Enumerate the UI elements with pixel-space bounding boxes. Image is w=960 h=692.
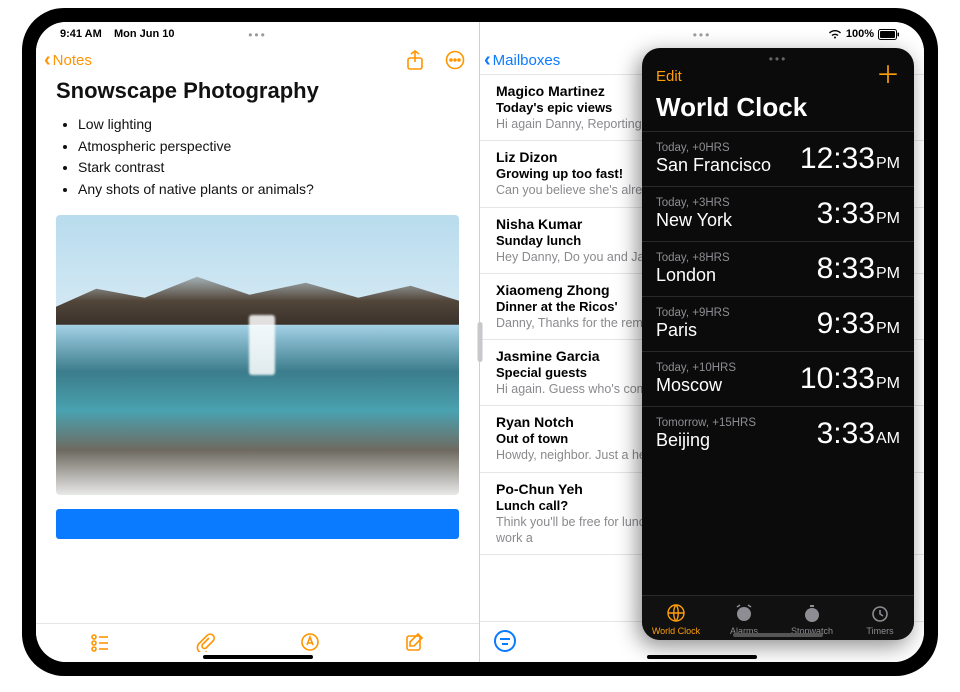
clock-list[interactable]: Today, +0HRS San Francisco 12:33PM Today… xyxy=(642,131,914,595)
tab-alarms[interactable]: Alarms xyxy=(710,602,778,636)
clock-offset: Today, +0HRS xyxy=(656,142,771,154)
notes-pane: ••• ‹ Notes Snowscape Photography xyxy=(36,22,480,662)
timer-icon xyxy=(869,602,891,624)
clock-city: Paris xyxy=(656,320,730,341)
clock-offset: Today, +10HRS xyxy=(656,362,736,374)
clock-time: 3:33PM xyxy=(817,197,900,231)
split-view-divider[interactable] xyxy=(478,322,483,362)
clock-city: Beijing xyxy=(656,430,756,451)
clock-time: 12:33PM xyxy=(800,142,900,176)
tab-timers[interactable]: Timers xyxy=(846,602,914,636)
clock-slideover[interactable]: ••• Edit ＋ World Clock Today, +0HRS San … xyxy=(642,48,914,640)
notes-body[interactable]: Snowscape Photography Low lighting Atmos… xyxy=(36,74,479,623)
note-title: Snowscape Photography xyxy=(56,78,459,104)
notes-header: ‹ Notes xyxy=(36,44,479,74)
clock-time: 9:33PM xyxy=(817,307,900,341)
clock-time: 3:33AM xyxy=(817,417,900,451)
compose-icon[interactable] xyxy=(405,632,425,652)
chevron-left-icon: ‹ xyxy=(44,50,51,70)
clock-title: World Clock xyxy=(642,90,914,131)
status-time: 9:41 AM xyxy=(60,28,102,40)
note-bullet: Stark contrast xyxy=(78,157,459,179)
tab-world-clock[interactable]: World Clock xyxy=(642,602,710,636)
filter-icon[interactable] xyxy=(494,630,516,652)
screen: 9:41 AM Mon Jun 10 100% ••• ‹ Notes xyxy=(36,22,924,662)
clock-row[interactable]: Today, +10HRS Moscow 10:33PM xyxy=(642,351,914,406)
clock-offset: Today, +3HRS xyxy=(656,197,732,209)
notes-back-label: Notes xyxy=(53,52,92,69)
note-bullet: Any shots of native plants or animals? xyxy=(78,179,459,201)
note-bullets: Low lighting Atmospheric perspective Sta… xyxy=(56,114,459,201)
battery-icon xyxy=(878,29,900,40)
status-date: Mon Jun 10 xyxy=(114,28,175,40)
add-clock-button[interactable]: ＋ xyxy=(876,64,900,88)
notes-actions xyxy=(405,50,465,70)
clock-offset: Today, +8HRS xyxy=(656,252,730,264)
clock-time: 8:33PM xyxy=(817,252,900,286)
status-left: 9:41 AM Mon Jun 10 xyxy=(60,28,175,40)
clock-row[interactable]: Tomorrow, +15HRS Beijing 3:33AM xyxy=(642,406,914,461)
clock-row[interactable]: Today, +9HRS Paris 9:33PM xyxy=(642,296,914,351)
chevron-left-icon: ‹ xyxy=(484,50,491,70)
note-image-secondary[interactable] xyxy=(56,509,459,539)
clock-city: New York xyxy=(656,210,732,231)
clock-row[interactable]: Today, +3HRS New York 3:33PM xyxy=(642,186,914,241)
clock-city: Moscow xyxy=(656,375,736,396)
note-image[interactable] xyxy=(56,215,459,495)
markup-icon[interactable] xyxy=(300,632,320,652)
home-indicator[interactable] xyxy=(203,655,313,659)
clock-header: Edit ＋ xyxy=(642,64,914,90)
ipad-frame: 9:41 AM Mon Jun 10 100% ••• ‹ Notes xyxy=(22,8,938,676)
globe-icon xyxy=(665,602,687,624)
clock-offset: Today, +9HRS xyxy=(656,307,730,319)
home-indicator[interactable] xyxy=(647,655,757,659)
more-icon[interactable] xyxy=(445,50,465,70)
clock-time: 10:33PM xyxy=(800,362,900,396)
tab-stopwatch[interactable]: Stopwatch xyxy=(778,602,846,636)
status-bar: 9:41 AM Mon Jun 10 100% xyxy=(36,22,924,44)
share-icon[interactable] xyxy=(405,50,425,70)
tab-label: Timers xyxy=(866,626,893,636)
alarm-icon xyxy=(733,602,755,624)
wifi-icon xyxy=(828,29,842,40)
attachment-icon[interactable] xyxy=(195,632,215,652)
stopwatch-icon xyxy=(801,602,823,624)
notes-back-button[interactable]: ‹ Notes xyxy=(44,50,92,70)
battery-percent: 100% xyxy=(846,28,874,40)
multitask-dots-icon[interactable]: ••• xyxy=(642,48,914,64)
note-bullet: Low lighting xyxy=(78,114,459,136)
status-right: 100% xyxy=(828,28,900,40)
note-bullet: Atmospheric perspective xyxy=(78,136,459,158)
clock-city: San Francisco xyxy=(656,155,771,176)
clock-city: London xyxy=(656,265,730,286)
clock-row[interactable]: Today, +8HRS London 8:33PM xyxy=(642,241,914,296)
mail-back-button[interactable]: ‹ Mailboxes xyxy=(484,50,560,70)
clock-row[interactable]: Today, +0HRS San Francisco 12:33PM xyxy=(642,131,914,186)
checklist-icon[interactable] xyxy=(90,632,110,652)
home-indicator[interactable] xyxy=(733,633,823,637)
tab-label: World Clock xyxy=(652,626,700,636)
edit-button[interactable]: Edit xyxy=(656,68,682,85)
clock-offset: Tomorrow, +15HRS xyxy=(656,417,756,429)
mail-back-label: Mailboxes xyxy=(493,52,561,69)
